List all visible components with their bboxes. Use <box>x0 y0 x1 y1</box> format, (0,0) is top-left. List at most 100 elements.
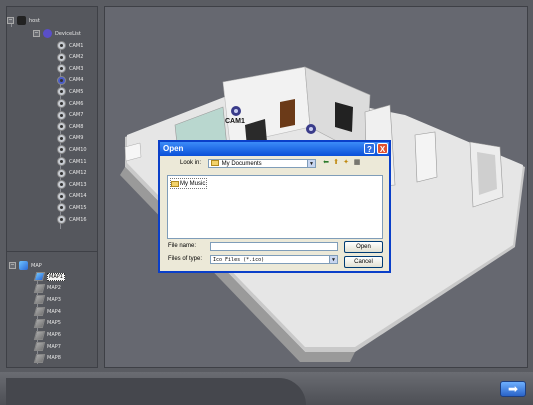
map-item[interactable]: MAP5 <box>33 318 61 329</box>
map-icon <box>33 283 46 293</box>
dialog-titlebar[interactable]: Open ? X <box>160 142 389 156</box>
files-of-type-value: Ico Files (*.ico) <box>213 257 265 263</box>
camera-label: CAM3 <box>69 65 84 72</box>
camera-label: CAM15 <box>69 204 87 211</box>
tree-node-label: host <box>29 17 40 24</box>
close-button[interactable]: X <box>377 143 388 154</box>
door <box>280 99 295 128</box>
cancel-button[interactable]: Cancel <box>344 256 383 268</box>
camera-item[interactable]: CAM6 <box>57 98 83 109</box>
camera-item[interactable]: CAM9 <box>57 133 83 144</box>
look-in-label: Look in: <box>180 160 202 166</box>
map-icon <box>33 295 46 305</box>
look-in-combo[interactable]: My Documents ▼ <box>208 159 316 168</box>
camera-label: CAM4 <box>69 77 84 84</box>
map-icon <box>33 307 46 317</box>
camera-icon <box>57 41 66 50</box>
chevron-down-icon[interactable]: ▼ <box>329 256 337 263</box>
map-icon <box>33 330 46 340</box>
device-tree: − host − DeviceList CAM1 CAM2 CAM3 CAM4 CAM5… <box>7 7 97 247</box>
sidebar: − host − DeviceList CAM1 CAM2 CAM3 CAM4 CAM5… <box>6 6 98 368</box>
camera-item[interactable]: CAM16 <box>57 214 87 225</box>
camera-item[interactable]: CAM1 <box>57 40 83 51</box>
camera-label: CAM7 <box>69 112 84 119</box>
open-button[interactable]: Open <box>344 241 383 253</box>
camera-icon <box>57 180 66 190</box>
camera-icon <box>57 203 66 213</box>
camera-label: CAM13 <box>69 181 87 188</box>
help-button[interactable]: ? <box>364 143 375 154</box>
map-item[interactable]: MAP1 <box>33 271 65 282</box>
camera-item[interactable]: CAM14 <box>57 191 87 202</box>
camera-label: CAM2 <box>69 54 84 61</box>
file-name-field[interactable] <box>210 242 338 251</box>
map-label: MAP5 <box>47 320 61 327</box>
camera-label: CAM10 <box>69 146 87 153</box>
camera-lens-icon <box>309 127 313 131</box>
file-name: My Music <box>180 180 206 187</box>
camera-icon <box>57 168 66 178</box>
look-in-value: My Documents <box>221 161 262 167</box>
camera-item[interactable]: CAM5 <box>57 86 83 97</box>
collapse-icon[interactable]: − <box>33 30 40 37</box>
camera-label: CAM6 <box>69 100 84 107</box>
camera-item[interactable]: CAM13 <box>57 179 87 190</box>
map-item[interactable]: MAP7 <box>33 341 61 352</box>
map-item[interactable]: MAP2 <box>33 283 61 294</box>
collapse-icon[interactable]: − <box>9 262 16 269</box>
files-of-type-select[interactable]: Ico Files (*.ico) ▼ <box>210 255 338 264</box>
window <box>477 152 497 195</box>
map-label: MAP4 <box>47 308 61 315</box>
collapse-icon[interactable]: − <box>7 17 14 24</box>
up-folder-icon[interactable]: ⬆ <box>332 159 340 167</box>
camera-item[interactable]: CAM2 <box>57 52 83 63</box>
camera-item[interactable]: CAM10 <box>57 144 87 155</box>
host-icon <box>17 16 26 25</box>
file-list[interactable]: My Music <box>167 175 383 239</box>
camera-item[interactable]: CAM12 <box>57 168 87 179</box>
back-icon[interactable]: ⬅ <box>322 159 330 167</box>
bottom-bar-decoration <box>6 378 306 405</box>
camera-icon <box>57 75 66 85</box>
map-label: MAP1 <box>47 272 65 281</box>
devicelist-icon <box>43 29 52 38</box>
dialog-title: Open <box>163 144 184 153</box>
camera-label: CAM5 <box>69 88 84 95</box>
wall <box>414 131 438 183</box>
chevron-down-icon[interactable]: ▼ <box>307 160 315 167</box>
list-item[interactable]: My Music <box>170 178 208 189</box>
camera-item[interactable]: CAM8 <box>57 121 83 132</box>
camera-item[interactable]: CAM15 <box>57 202 87 213</box>
camera-item[interactable]: CAM11 <box>57 156 87 167</box>
map-icon <box>33 318 46 328</box>
camera-label: CAM16 <box>69 216 87 223</box>
camera-marker-label: CAM1 <box>225 118 245 125</box>
map-item[interactable]: MAP6 <box>33 330 61 341</box>
camera-icon <box>57 87 66 97</box>
map-label: MAP3 <box>47 296 61 303</box>
camera-label: CAM14 <box>69 193 87 200</box>
map-item[interactable]: MAP3 <box>33 294 61 305</box>
view-menu-icon[interactable]: ▦ <box>353 159 361 167</box>
map-root-icon <box>19 261 28 270</box>
map-icon <box>33 353 46 363</box>
camera-item[interactable]: CAM3 <box>57 63 83 74</box>
folder-icon <box>211 160 219 167</box>
map-item[interactable]: MAP4 <box>33 306 61 317</box>
camera-label: CAM9 <box>69 135 84 142</box>
map-item[interactable]: MAP8 <box>33 353 61 364</box>
tree-node-host[interactable]: − host <box>7 15 40 26</box>
map-icon <box>33 272 46 281</box>
tree-node-devicelist[interactable]: − DeviceList <box>33 28 81 39</box>
file-name-label: File name: <box>168 243 197 249</box>
tree-node-label: MAP <box>31 262 42 269</box>
camera-label: CAM1 <box>69 42 84 49</box>
camera-item[interactable]: CAM4 <box>57 75 83 86</box>
tree-node-map[interactable]: − MAP <box>9 260 42 271</box>
camera-item[interactable]: CAM7 <box>57 110 83 121</box>
open-dialog: Open ? X Look in: My Documents ▼ ⬅ ⬆ ✦ ▦… <box>158 140 391 273</box>
map-icon <box>33 342 46 352</box>
next-arrow-button[interactable]: ➡ <box>500 381 526 397</box>
camera-icon <box>57 52 66 62</box>
new-folder-icon[interactable]: ✦ <box>342 159 350 167</box>
